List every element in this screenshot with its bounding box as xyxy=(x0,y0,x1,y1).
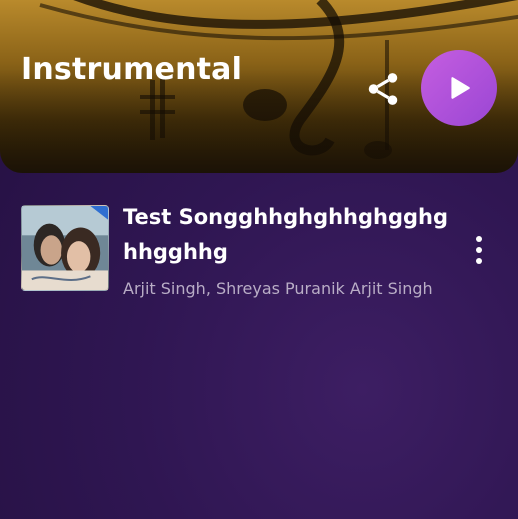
share-icon xyxy=(368,73,398,105)
more-options-button[interactable] xyxy=(466,232,492,268)
more-vertical-icon xyxy=(476,236,482,242)
song-list-item[interactable]: Test Songghhghghhghgghghhgghhg Arjit Sin… xyxy=(0,196,518,306)
share-button[interactable] xyxy=(362,68,404,110)
song-artists: Arjit Singh, Shreyas Puranik Arjit Singh xyxy=(123,279,433,298)
song-thumbnail xyxy=(21,205,109,291)
playlist-title: Instrumental xyxy=(21,52,243,87)
playlist-header: Instrumental xyxy=(0,0,518,173)
song-title: Test Songghhghghhghgghghhgghhg xyxy=(123,205,449,264)
play-button[interactable] xyxy=(421,50,497,126)
play-icon xyxy=(451,77,470,99)
